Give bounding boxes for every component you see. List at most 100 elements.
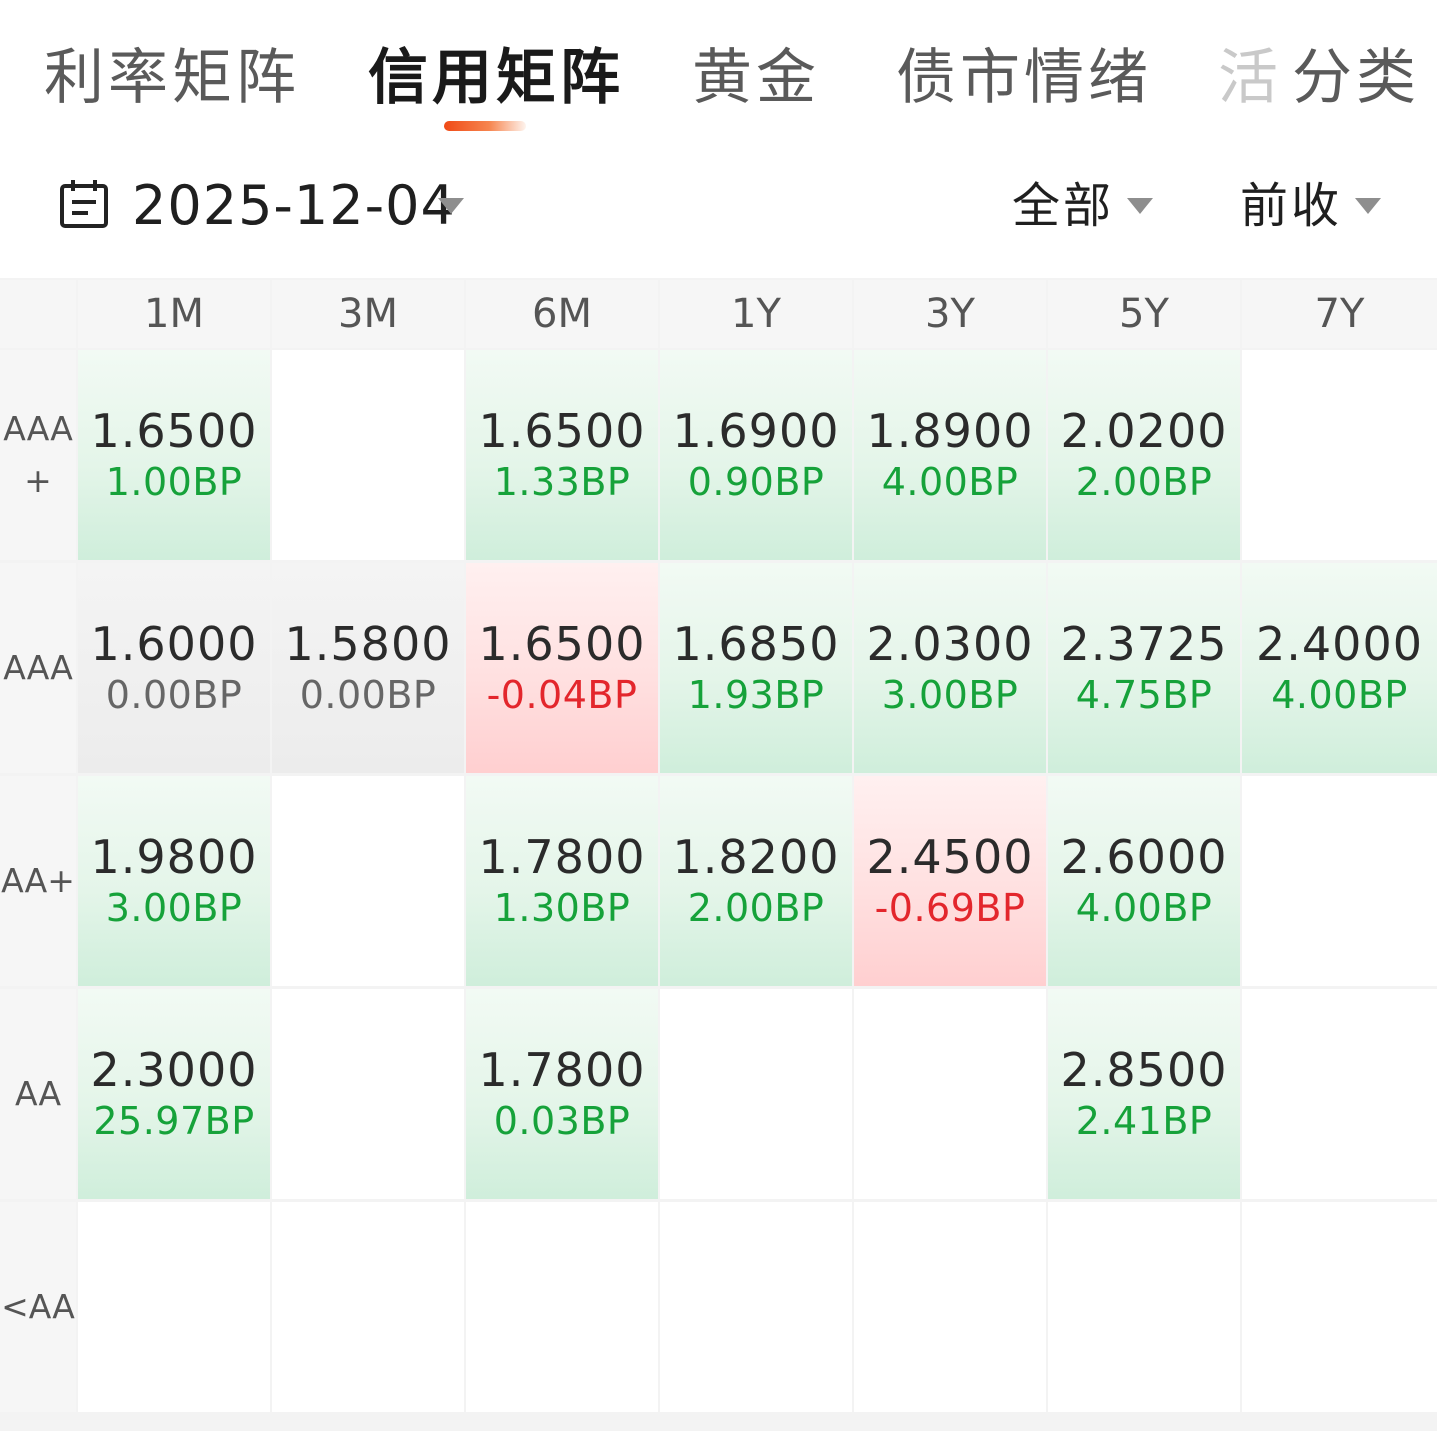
yield-value: 2.4500 xyxy=(866,830,1034,884)
yield-value: 2.0200 xyxy=(1060,404,1228,458)
change-value: 4.00BP xyxy=(1271,673,1408,717)
change-value: 3.00BP xyxy=(881,673,1019,717)
matrix-cell[interactable]: 1.6850 1.93BP xyxy=(660,563,852,773)
caret-down-icon xyxy=(1127,198,1153,214)
caret-down-icon xyxy=(438,198,464,214)
matrix-cell[interactable]: 2.6000 4.00BP xyxy=(1048,776,1240,986)
change-value: 1.33BP xyxy=(493,460,631,504)
credit-matrix-grid: 1M 3M 6M 1Y 3Y 5Y 7Y AAA +1.6500 1.00BP 1.6500 1.3… xyxy=(0,278,1437,1431)
row-header: <AA xyxy=(0,1202,76,1412)
yield-value: 1.5800 xyxy=(284,617,452,671)
column-header-1y: 1Y xyxy=(660,280,852,348)
caret-down-icon xyxy=(1355,198,1381,214)
matrix-cell-empty xyxy=(1048,1202,1240,1412)
matrix-cell[interactable]: 1.6000 0.00BP xyxy=(78,563,270,773)
matrix-cell[interactable]: 1.6500 1.33BP xyxy=(466,350,658,560)
yield-value: 1.6500 xyxy=(478,404,646,458)
yield-value: 2.4000 xyxy=(1256,617,1423,671)
matrix-cell-empty xyxy=(854,989,1046,1199)
change-value: 4.00BP xyxy=(881,460,1019,504)
change-value: 1.30BP xyxy=(493,886,631,930)
column-header-5y: 5Y xyxy=(1048,280,1240,348)
matrix-cell[interactable]: 1.7800 1.30BP xyxy=(466,776,658,986)
change-value: 1.93BP xyxy=(687,673,825,717)
change-value: 25.97BP xyxy=(93,1099,255,1143)
matrix-cell[interactable]: 1.6500 -0.04BP xyxy=(466,563,658,773)
compare-label: 前收 xyxy=(1240,178,1343,234)
active-tab-indicator xyxy=(444,121,526,131)
matrix-cell-empty xyxy=(1242,350,1437,560)
change-value: 2.41BP xyxy=(1075,1099,1213,1143)
matrix-cell-empty xyxy=(78,1202,270,1412)
column-header-3m: 3M xyxy=(272,280,464,348)
matrix-cell-empty xyxy=(854,1202,1046,1412)
change-value: 4.75BP xyxy=(1075,673,1213,717)
change-value: 2.00BP xyxy=(687,886,825,930)
matrix-cell-empty xyxy=(466,1202,658,1412)
matrix-cell[interactable]: 1.6900 0.90BP xyxy=(660,350,852,560)
matrix-cell[interactable]: 1.7800 0.03BP xyxy=(466,989,658,1199)
column-header-1m: 1M xyxy=(78,280,270,348)
change-value: 0.00BP xyxy=(299,673,437,717)
change-value: 3.00BP xyxy=(105,886,243,930)
matrix-cell-empty xyxy=(660,1202,852,1412)
yield-value: 2.3000 xyxy=(90,1043,258,1097)
change-value: -0.69BP xyxy=(874,886,1026,930)
matrix-cell[interactable]: 2.3000 25.97BP xyxy=(78,989,270,1199)
yield-value: 1.6000 xyxy=(90,617,258,671)
yield-value: 2.6000 xyxy=(1060,830,1228,884)
calendar-icon xyxy=(60,180,108,228)
change-value: 0.03BP xyxy=(493,1099,631,1143)
yield-value: 1.6850 xyxy=(672,617,840,671)
date-value: 2025-12-04 xyxy=(132,174,456,237)
yield-value: 2.3725 xyxy=(1060,617,1228,671)
matrix-cell[interactable]: 2.0200 2.00BP xyxy=(1048,350,1240,560)
filter-row: 2025-12-04 全部 前收 xyxy=(0,160,1437,260)
row-header: AAA + xyxy=(0,350,76,560)
matrix-corner xyxy=(0,280,76,348)
tab-rate-matrix[interactable]: 利率矩阵 xyxy=(44,38,300,118)
yield-value: 1.6500 xyxy=(90,404,258,458)
row-header: AAA xyxy=(0,563,76,773)
matrix-cell[interactable]: 1.9800 3.00BP xyxy=(78,776,270,986)
matrix-cell[interactable]: 2.4000 4.00BP xyxy=(1242,563,1437,773)
matrix-cell-empty xyxy=(660,989,852,1199)
tab-credit-matrix[interactable]: 信用矩阵 xyxy=(368,38,624,118)
change-value: -0.04BP xyxy=(486,673,638,717)
matrix-cell-empty xyxy=(272,776,464,986)
tab-bar: 利率矩阵 信用矩阵 黄金 债市情绪 活 分类 xyxy=(0,0,1437,150)
matrix-cell[interactable]: 1.6500 1.00BP xyxy=(78,350,270,560)
tab-partially-hidden[interactable]: 活 xyxy=(1218,38,1282,118)
yield-value: 2.8500 xyxy=(1060,1043,1228,1097)
matrix-cell[interactable]: 1.5800 0.00BP xyxy=(272,563,464,773)
matrix-cell[interactable]: 1.8200 2.00BP xyxy=(660,776,852,986)
yield-value: 1.6900 xyxy=(672,404,840,458)
row-header: AA xyxy=(0,989,76,1199)
matrix-cell[interactable]: 2.8500 2.41BP xyxy=(1048,989,1240,1199)
tab-gold[interactable]: 黄金 xyxy=(692,38,820,118)
matrix-cell-empty xyxy=(1242,989,1437,1199)
yield-value: 1.8900 xyxy=(866,404,1034,458)
change-value: 4.00BP xyxy=(1075,886,1213,930)
yield-value: 1.7800 xyxy=(478,830,646,884)
column-header-6m: 6M xyxy=(466,280,658,348)
tab-bond-sentiment[interactable]: 债市情绪 xyxy=(896,38,1152,118)
matrix-cell-empty xyxy=(272,1202,464,1412)
matrix-cell-empty xyxy=(272,989,464,1199)
matrix-cell[interactable]: 2.3725 4.75BP xyxy=(1048,563,1240,773)
row-header: AA+ xyxy=(0,776,76,986)
change-value: 1.00BP xyxy=(105,460,243,504)
tab-categories[interactable]: 分类 xyxy=(1288,38,1420,118)
credit-matrix-screen: 利率矩阵 信用矩阵 黄金 债市情绪 活 分类 2025-12-04 全部 前收 xyxy=(0,0,1437,1431)
column-header-3y: 3Y xyxy=(854,280,1046,348)
change-value: 0.90BP xyxy=(687,460,825,504)
yield-value: 1.7800 xyxy=(478,1043,646,1097)
matrix-cell[interactable]: 2.4500 -0.69BP xyxy=(854,776,1046,986)
matrix-cell[interactable]: 2.0300 3.00BP xyxy=(854,563,1046,773)
yield-value: 2.0300 xyxy=(866,617,1034,671)
matrix-cell-empty xyxy=(1242,1202,1437,1412)
matrix-cell[interactable]: 1.8900 4.00BP xyxy=(854,350,1046,560)
yield-value: 1.9800 xyxy=(90,830,258,884)
change-value: 0.00BP xyxy=(105,673,243,717)
yield-value: 1.6500 xyxy=(478,617,646,671)
